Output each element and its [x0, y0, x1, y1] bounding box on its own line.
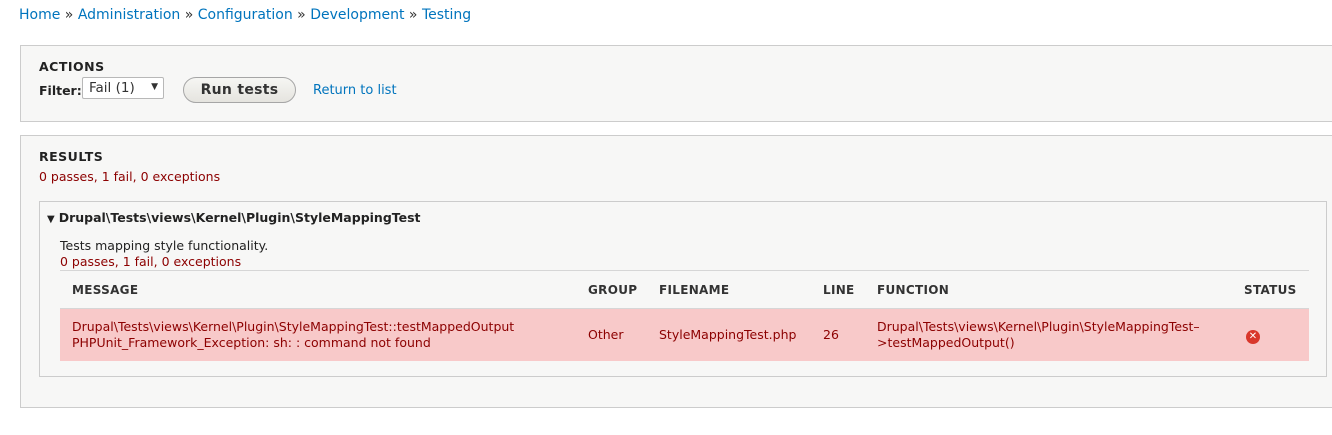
table-header-row: MESSAGE GROUP FILENAME LINE FUNCTION STA… — [60, 270, 1309, 309]
column-header-message: MESSAGE — [60, 270, 576, 309]
filter-selected-value: Fail (1) — [89, 80, 135, 96]
dropdown-arrow-icon: ▼ — [151, 82, 158, 92]
test-group-title: Drupal\Tests\views\Kernel\Plugin\StyleMa… — [58, 210, 421, 225]
breadcrumb-configuration[interactable]: Configuration — [198, 7, 293, 23]
test-group-details: ▼ Drupal\Tests\views\Kernel\Plugin\StyleM… — [39, 201, 1327, 377]
run-tests-button[interactable]: Run tests — [183, 77, 296, 103]
message-line: PHPUnit_Framework_Exception: sh: : comma… — [72, 335, 431, 350]
actions-fieldset: ACTIONS Filter: Fail (1) ▼ Run tests Ret… — [20, 45, 1332, 122]
column-header-group: GROUP — [576, 270, 647, 309]
cell-line: 26 — [811, 308, 865, 361]
breadcrumb: Home » Administration » Configuration » … — [19, 7, 471, 23]
breadcrumb-development[interactable]: Development — [310, 7, 404, 23]
breadcrumb-separator: » — [297, 7, 306, 23]
cell-status: ✕ — [1232, 308, 1309, 361]
cell-filename: StyleMappingTest.php — [647, 308, 811, 361]
results-fieldset: RESULTS 0 passes, 1 fail, 0 exceptions ▼… — [20, 135, 1332, 408]
results-table: MESSAGE GROUP FILENAME LINE FUNCTION STA… — [60, 270, 1309, 361]
breadcrumb-separator: » — [408, 7, 418, 23]
error-icon: ✕ — [1246, 329, 1260, 344]
filter-label: Filter: — [39, 83, 82, 98]
results-summary: 0 passes, 1 fail, 0 exceptions — [39, 169, 221, 184]
breadcrumb-testing[interactable]: Testing — [422, 7, 471, 23]
cell-function: Drupal\Tests\views\Kernel\Plugin\StyleMa… — [865, 308, 1232, 361]
function-line: Drupal\Tests\views\Kernel\Plugin\StyleMa… — [877, 319, 1200, 334]
filter-select[interactable]: Fail (1) ▼ — [82, 77, 164, 99]
column-header-line: LINE — [811, 270, 865, 309]
table-row: Drupal\Tests\views\Kernel\Plugin\StyleMa… — [60, 308, 1309, 361]
expanded-triangle-icon: ▼ — [47, 214, 55, 225]
column-header-filename: FILENAME — [647, 270, 811, 309]
actions-legend: ACTIONS — [39, 59, 105, 74]
return-to-list-link[interactable]: Return to list — [313, 83, 397, 98]
cell-message: Drupal\Tests\views\Kernel\Plugin\StyleMa… — [60, 308, 576, 361]
breadcrumb-administration[interactable]: Administration — [78, 7, 180, 23]
cell-group: Other — [576, 308, 647, 361]
breadcrumb-home[interactable]: Home — [19, 7, 60, 23]
message-line: Drupal\Tests\views\Kernel\Plugin\StyleMa… — [72, 319, 515, 334]
test-group-summary: 0 passes, 1 fail, 0 exceptions — [60, 254, 242, 269]
breadcrumb-separator: » — [64, 7, 74, 23]
column-header-status: STATUS — [1232, 270, 1309, 309]
breadcrumb-separator: » — [184, 7, 194, 23]
test-group-toggle[interactable]: ▼ Drupal\Tests\views\Kernel\Plugin\StyleM… — [47, 210, 421, 225]
results-legend: RESULTS — [39, 149, 104, 164]
test-group-description: Tests mapping style functionality. — [60, 238, 269, 253]
function-line: >testMappedOutput() — [877, 335, 1015, 350]
column-header-function: FUNCTION — [865, 270, 1232, 309]
